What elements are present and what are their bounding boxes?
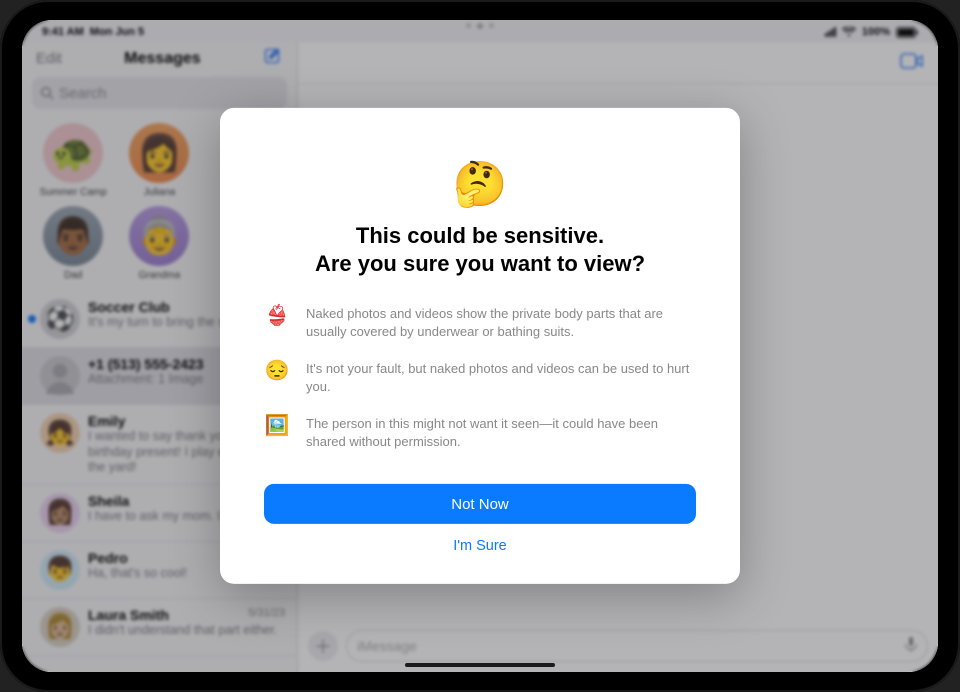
bullet-text: The person in this might not want it see… (306, 415, 696, 450)
bullet-text: Naked photos and videos show the private… (306, 305, 696, 340)
screen: 9:41 AM Mon Jun 5 100% Ed (22, 20, 938, 672)
bullet-text: It's not your fault, but naked photos an… (306, 360, 696, 395)
bullet-icon: 🖼️ (264, 415, 290, 450)
im-sure-button[interactable]: I'm Sure (445, 534, 515, 558)
modal-actions: Not Now I'm Sure (264, 484, 696, 558)
modal-title-line2: Are you sure you want to view? (315, 250, 645, 275)
modal-bullets: 👙 Naked photos and videos show the priva… (264, 305, 696, 450)
modal-title-line1: This could be sensitive. (356, 223, 604, 248)
modal-bullet: 🖼️ The person in this might not want it … (264, 415, 696, 450)
sensitive-content-modal: 🤔 This could be sensitive. Are you sure … (220, 108, 740, 584)
modal-bullet: 😔 It's not your fault, but naked photos … (264, 360, 696, 395)
ipad-frame: 9:41 AM Mon Jun 5 100% Ed (0, 0, 960, 692)
modal-emoji: 🤔 (264, 158, 696, 210)
home-indicator[interactable] (405, 663, 555, 667)
modal-title: This could be sensitive. Are you sure yo… (264, 222, 696, 277)
modal-bullet: 👙 Naked photos and videos show the priva… (264, 305, 696, 340)
bullet-icon: 😔 (264, 360, 290, 395)
not-now-button[interactable]: Not Now (264, 484, 696, 524)
bullet-icon: 👙 (264, 305, 290, 340)
